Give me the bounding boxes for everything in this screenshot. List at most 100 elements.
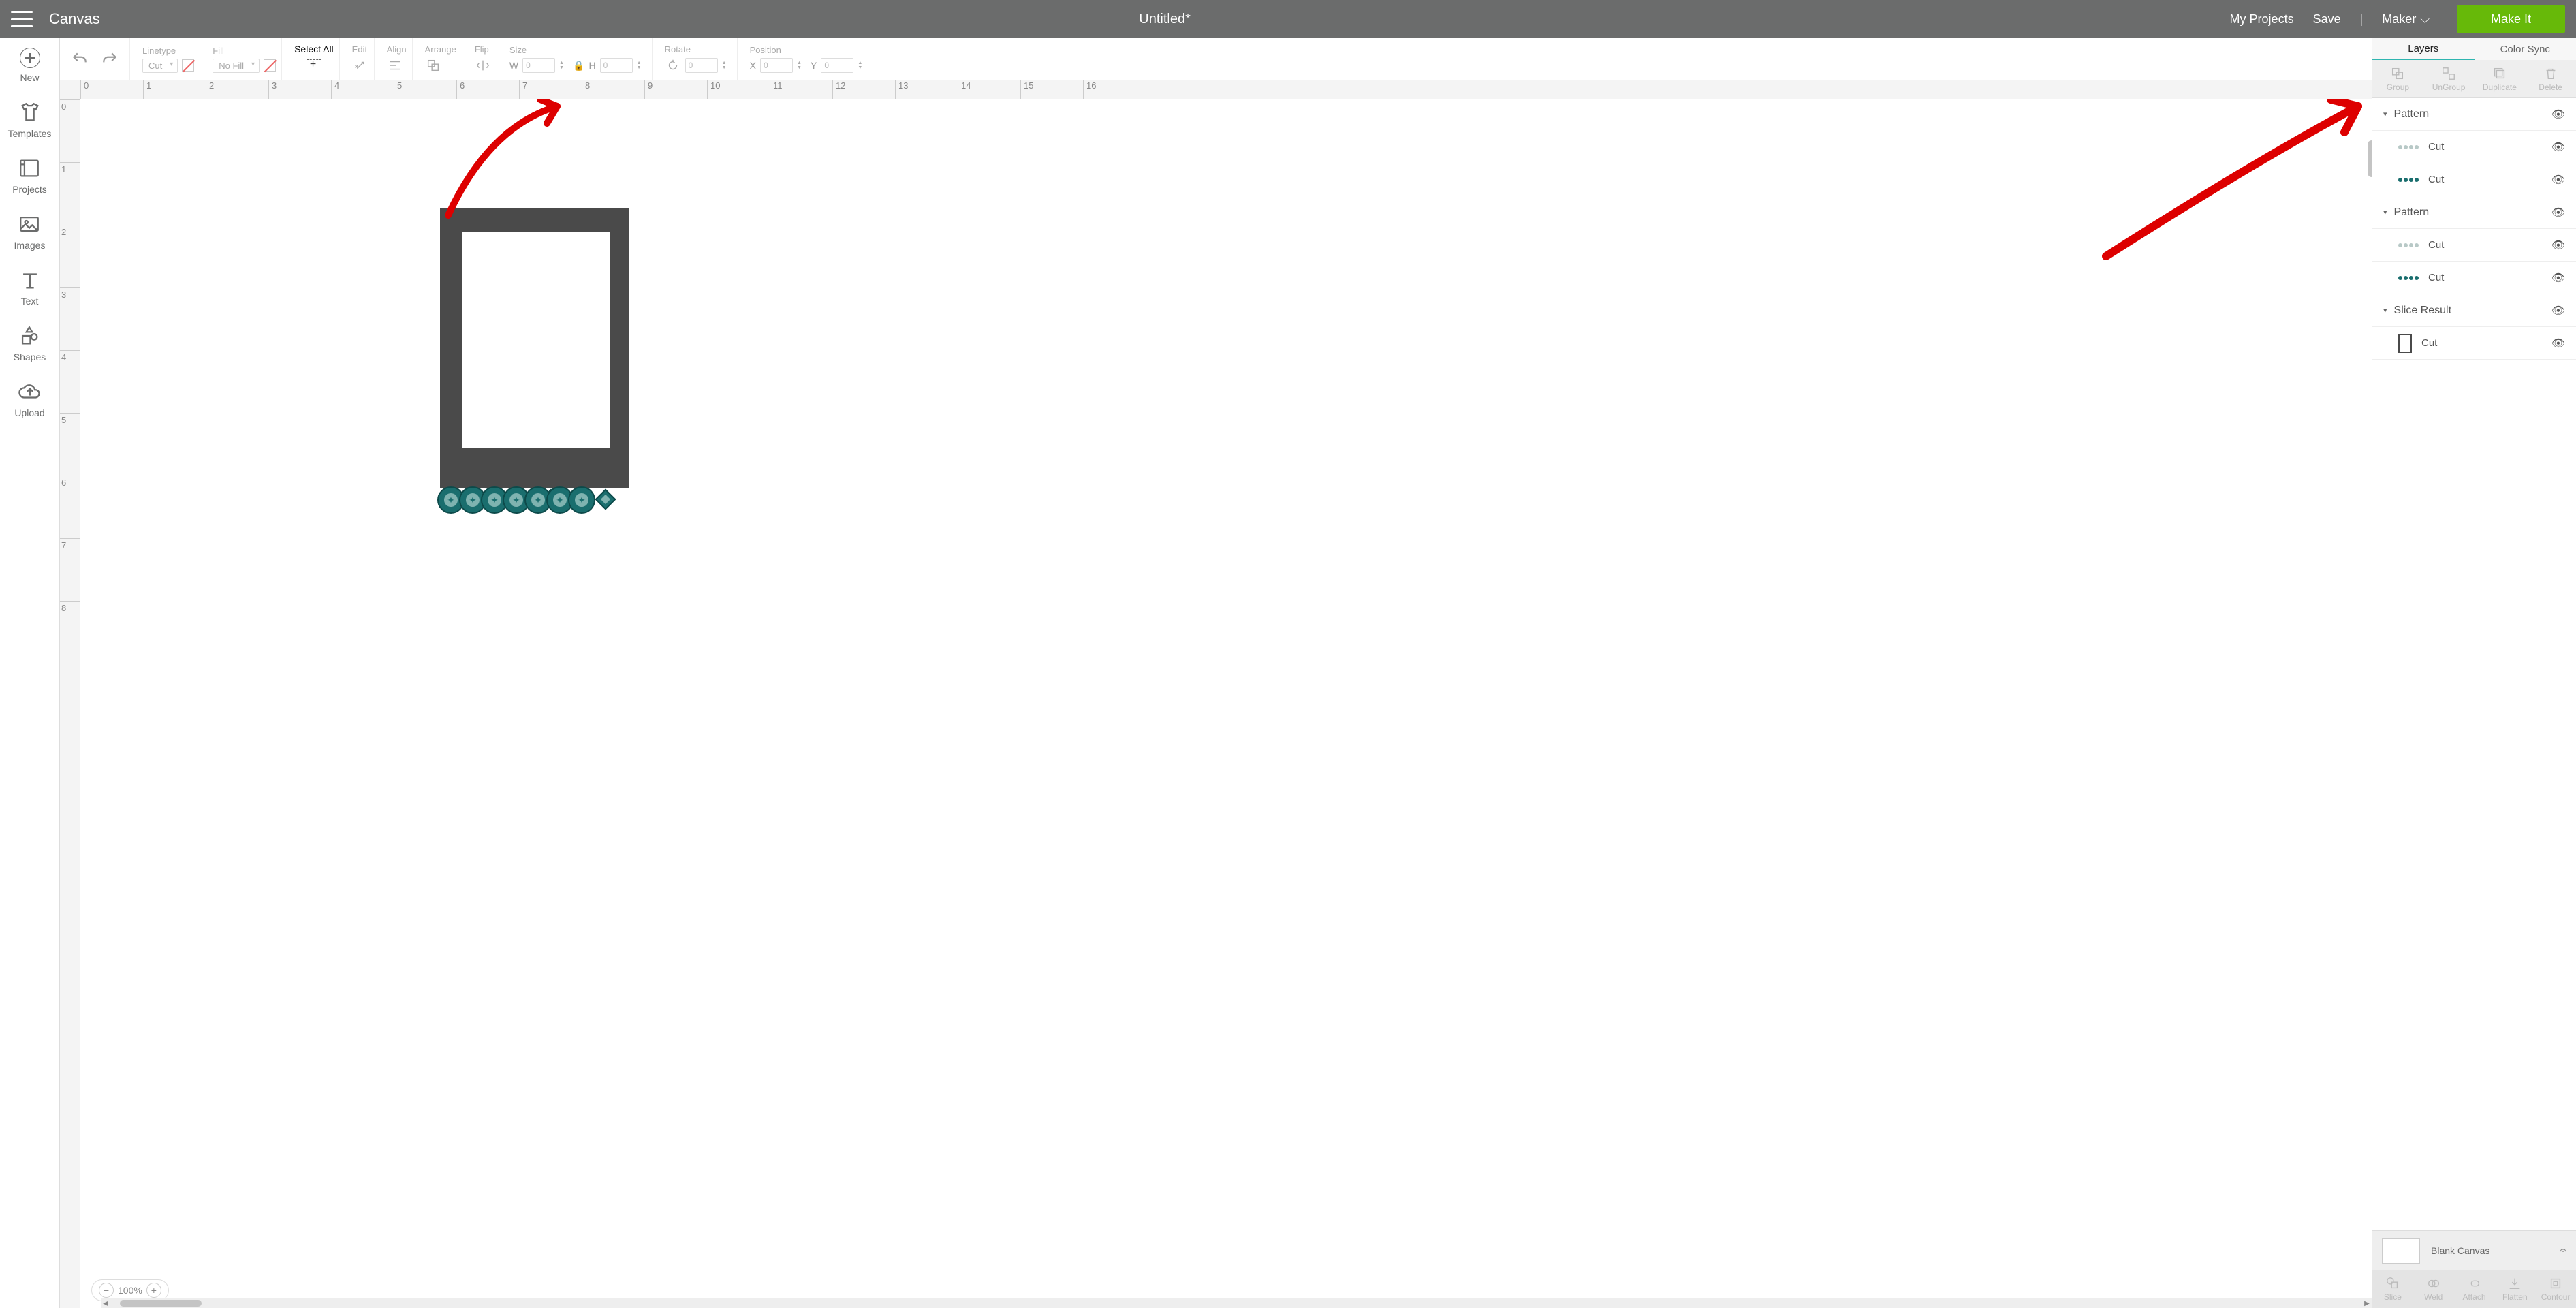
duplicate-button[interactable]: Duplicate — [2475, 60, 2526, 97]
ruler-tick: 5 — [60, 413, 80, 476]
blank-canvas-row[interactable]: Blank Canvas 𝄐 — [2372, 1230, 2576, 1270]
layer-group-name: Slice Result — [2394, 305, 2451, 317]
rotate-stepper[interactable]: ▲▼ — [722, 61, 732, 70]
rotate-label: Rotate — [665, 44, 732, 54]
height-stepper[interactable]: ▲▼ — [637, 61, 646, 70]
upload-button[interactable]: Upload — [14, 380, 44, 418]
scroll-left-icon[interactable]: ◀ — [101, 1300, 110, 1307]
select-all-group[interactable]: Select All — [289, 38, 340, 80]
eye-icon[interactable]: 👁 — [2551, 173, 2565, 187]
menu-icon[interactable] — [11, 11, 33, 27]
redo-icon[interactable] — [101, 50, 119, 68]
machine-label: Maker — [2382, 12, 2416, 27]
width-stepper[interactable]: ▲▼ — [559, 61, 569, 70]
layer-swatch — [2398, 178, 2419, 182]
linetype-select[interactable]: Cut — [142, 59, 178, 73]
tshirt-icon — [18, 101, 42, 124]
layer-row[interactable]: Cut 👁 — [2372, 327, 2576, 360]
eye-icon[interactable]: 👁 — [2551, 337, 2565, 350]
make-it-button[interactable]: Make It — [2457, 5, 2565, 33]
eye-icon[interactable]: 👁 — [2551, 108, 2565, 121]
document-title[interactable]: Untitled* — [100, 12, 2230, 27]
layer-row[interactable]: Cut👁 — [2372, 229, 2576, 262]
eye-icon[interactable]: 👁 — [2551, 238, 2565, 252]
undo-icon[interactable] — [71, 50, 89, 68]
scroll-right-icon[interactable]: ▶ — [2362, 1300, 2372, 1307]
tab-layers[interactable]: Layers — [2372, 38, 2475, 60]
slice-button[interactable]: Slice — [2372, 1270, 2413, 1308]
flatten-button[interactable]: Flatten — [2494, 1270, 2535, 1308]
layer-label: Cut — [2421, 337, 2437, 349]
projects-label: Projects — [12, 184, 47, 195]
contour-button[interactable]: Contour — [2535, 1270, 2576, 1308]
text-button[interactable]: Text — [18, 268, 42, 307]
align-icon[interactable] — [387, 57, 403, 74]
frame-cutout — [462, 232, 610, 448]
zoom-out-button[interactable]: − — [99, 1283, 114, 1298]
position-label: Position — [750, 45, 868, 55]
layer-row[interactable]: Cut 👁 — [2372, 262, 2576, 294]
delete-button[interactable]: Delete — [2525, 60, 2576, 97]
ruler-tick: 12 — [832, 80, 895, 99]
images-label: Images — [14, 240, 46, 251]
flip-label: Flip — [475, 44, 491, 54]
projects-button[interactable]: Projects — [12, 157, 47, 195]
tab-color-sync[interactable]: Color Sync — [2475, 38, 2576, 60]
blank-canvas-label: Blank Canvas — [2431, 1245, 2489, 1256]
layer-group-header[interactable]: ▾Slice Result👁 — [2372, 294, 2576, 327]
fill-color[interactable] — [264, 59, 276, 72]
layer-group-name: Pattern — [2394, 206, 2430, 219]
new-button[interactable]: New — [20, 48, 40, 83]
layer-group-header[interactable]: ▾Pattern👁 — [2372, 98, 2576, 131]
eye-icon[interactable]: 👁 — [2551, 140, 2565, 154]
edit-icon[interactable] — [352, 57, 368, 74]
rotate-input[interactable]: 0 — [685, 58, 718, 73]
layer-label: Cut — [2428, 141, 2444, 153]
weld-button[interactable]: Weld — [2413, 1270, 2454, 1308]
separator: | — [2360, 12, 2363, 27]
x-input[interactable]: 0 — [760, 58, 793, 73]
horizontal-scrollbar[interactable]: ◀ ▶ — [101, 1298, 2372, 1308]
frame-object[interactable] — [440, 208, 629, 488]
eye-icon[interactable]: 👁 — [2551, 206, 2565, 219]
layer-row[interactable]: Cut 👁 — [2372, 131, 2576, 164]
width-input[interactable]: 0 — [522, 58, 555, 73]
x-stepper[interactable]: ▲▼ — [797, 61, 806, 70]
height-input[interactable]: 0 — [600, 58, 633, 73]
scroll-thumb[interactable] — [120, 1300, 202, 1307]
save-button[interactable]: Save — [2313, 12, 2341, 27]
arrange-icon[interactable] — [425, 57, 441, 74]
y-stepper[interactable]: ▲▼ — [858, 61, 867, 70]
canvas[interactable]: − 100% + ◀ ▶ — [80, 99, 2372, 1308]
y-input[interactable]: 0 — [821, 58, 853, 73]
images-button[interactable]: Images — [14, 213, 46, 251]
my-projects-link[interactable]: My Projects — [2230, 12, 2294, 27]
arrange-group: Arrange — [420, 38, 462, 80]
fill-select[interactable]: No Fill — [213, 59, 260, 73]
eye-icon[interactable]: 👁 — [2551, 304, 2565, 317]
pattern-object[interactable] — [440, 482, 631, 519]
machine-select[interactable]: Maker ⌵ — [2382, 12, 2430, 27]
templates-button[interactable]: Templates — [8, 101, 52, 139]
shapes-icon — [18, 324, 41, 347]
layer-group-header[interactable]: ▾ Pattern 👁 — [2372, 196, 2576, 229]
eye-icon[interactable]: 👁 — [2551, 271, 2565, 285]
fill-group: Fill No Fill — [207, 38, 282, 80]
layer-label: Cut — [2428, 272, 2444, 283]
shapes-button[interactable]: Shapes — [14, 324, 46, 362]
lock-icon[interactable]: 🔒 — [573, 60, 584, 72]
edit-label: Edit — [352, 44, 368, 54]
ungroup-button[interactable]: UnGroup — [2423, 60, 2475, 97]
vertical-ruler: 012345678 — [60, 99, 80, 1308]
ruler-tick: 14 — [958, 80, 1020, 99]
caret-down-icon: ▾ — [2383, 208, 2387, 217]
upload-icon — [18, 380, 42, 403]
flip-icon[interactable] — [475, 57, 491, 74]
zoom-in-button[interactable]: + — [146, 1283, 161, 1298]
group-button[interactable]: Group — [2372, 60, 2423, 97]
attach-button[interactable]: Attach — [2454, 1270, 2495, 1308]
eye-off-icon[interactable]: 𝄐 — [2560, 1243, 2566, 1258]
layer-row[interactable]: Cut👁 — [2372, 164, 2576, 196]
linetype-color[interactable] — [182, 59, 194, 72]
vertical-scrollbar[interactable] — [2368, 140, 2372, 177]
